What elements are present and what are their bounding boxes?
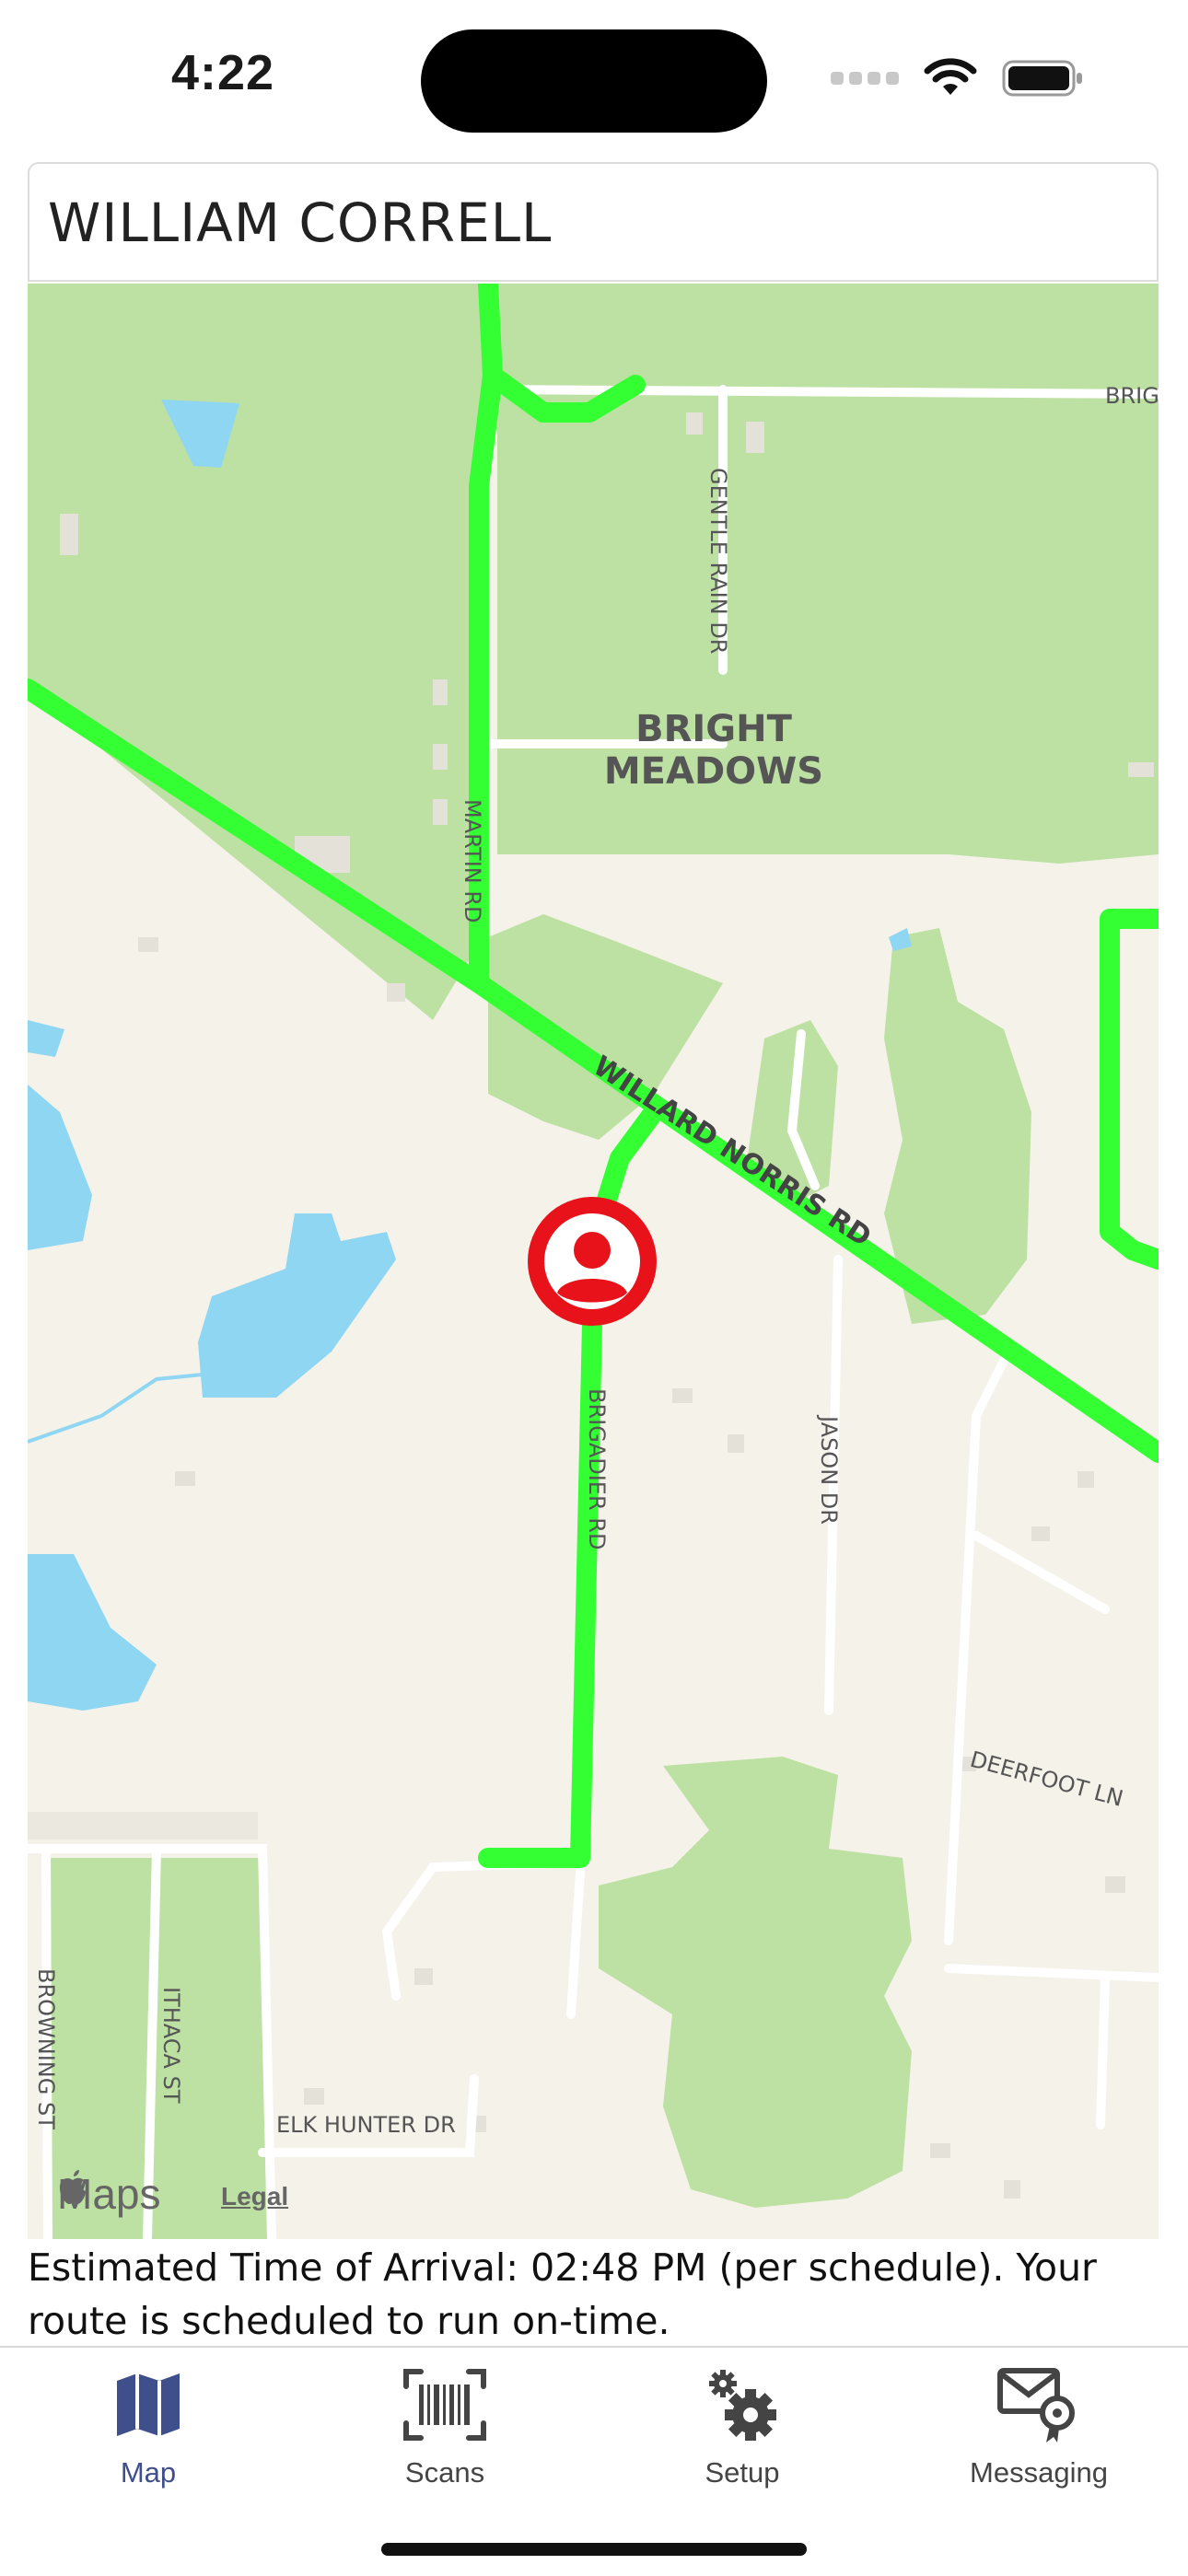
street-label-elk-hunter: ELK HUNTER DR (276, 2112, 456, 2138)
dynamic-island (421, 29, 767, 133)
street-label-browning: BROWNING ST (33, 1968, 59, 2129)
rider-name-header: WILLIAM CORRELL (28, 162, 1159, 282)
eta-message: Estimated Time of Arrival: 02:48 PM (per… (28, 2245, 1097, 2343)
park-area (28, 284, 488, 1020)
street-label-brig: BRIG (1105, 383, 1159, 409)
street-label-martin: MARTIN RD (460, 799, 485, 923)
water-body (198, 1213, 396, 1398)
apple-icon (59, 2170, 86, 2204)
home-indicator[interactable] (381, 2543, 807, 2556)
message-badge-icon (997, 2368, 1075, 2443)
gears-icon (709, 2370, 776, 2441)
person-icon (544, 1213, 640, 1309)
tab-map[interactable]: Map (47, 2359, 250, 2489)
area-label-bright: BRIGHT (635, 708, 792, 750)
map-legal-link[interactable]: Legal (221, 2182, 288, 2211)
tab-setup[interactable]: Setup (641, 2359, 844, 2489)
water-body (28, 1554, 157, 1711)
tab-setup-label: Setup (705, 2456, 780, 2489)
park-area (599, 1757, 912, 2208)
area-label-meadows: MEADOWS (604, 750, 823, 793)
street-label-deerfoot: DEERFOOT LN (967, 1746, 1125, 1812)
stream (28, 1373, 204, 1444)
park-area (884, 928, 1031, 1324)
tab-messaging-label: Messaging (970, 2456, 1108, 2489)
street-label-jason: JASON DR (816, 1414, 842, 1525)
water-body (28, 1020, 64, 1057)
status-icons (831, 55, 1085, 101)
street-label-gentle-rain: GENTLE RAIN DR (705, 468, 731, 654)
status-bar: 4:22 (0, 0, 1188, 157)
tab-scans-label: Scans (404, 2456, 485, 2489)
street-label-brigadier: BRIGADIER RD (584, 1388, 610, 1549)
tab-bar: Map Scans Setup Messaging (0, 2346, 1188, 2576)
rider-name: WILLIAM CORRELL (48, 191, 553, 254)
tab-messaging[interactable]: Messaging (938, 2359, 1140, 2489)
tab-scans[interactable]: Scans (344, 2359, 546, 2489)
battery-icon (1002, 60, 1082, 97)
barcode-icon (403, 2369, 486, 2441)
tab-map-label: Map (120, 2456, 177, 2489)
park-area (497, 284, 1159, 864)
route-segment (1100, 909, 1159, 1270)
map-icon (117, 2373, 180, 2436)
maps-logo: Maps (57, 2169, 160, 2219)
water-body (28, 1085, 92, 1250)
user-location-marker[interactable] (528, 1197, 657, 1326)
street-label-ithaca: ITHACA ST (158, 1987, 184, 2104)
cellular-signal-icon (831, 72, 899, 85)
status-time: 4:22 (171, 45, 275, 100)
wifi-icon (924, 58, 977, 95)
route-map[interactable]: MARTIN RD GENTLE RAIN DR WILLARD NORRIS … (28, 284, 1159, 2239)
